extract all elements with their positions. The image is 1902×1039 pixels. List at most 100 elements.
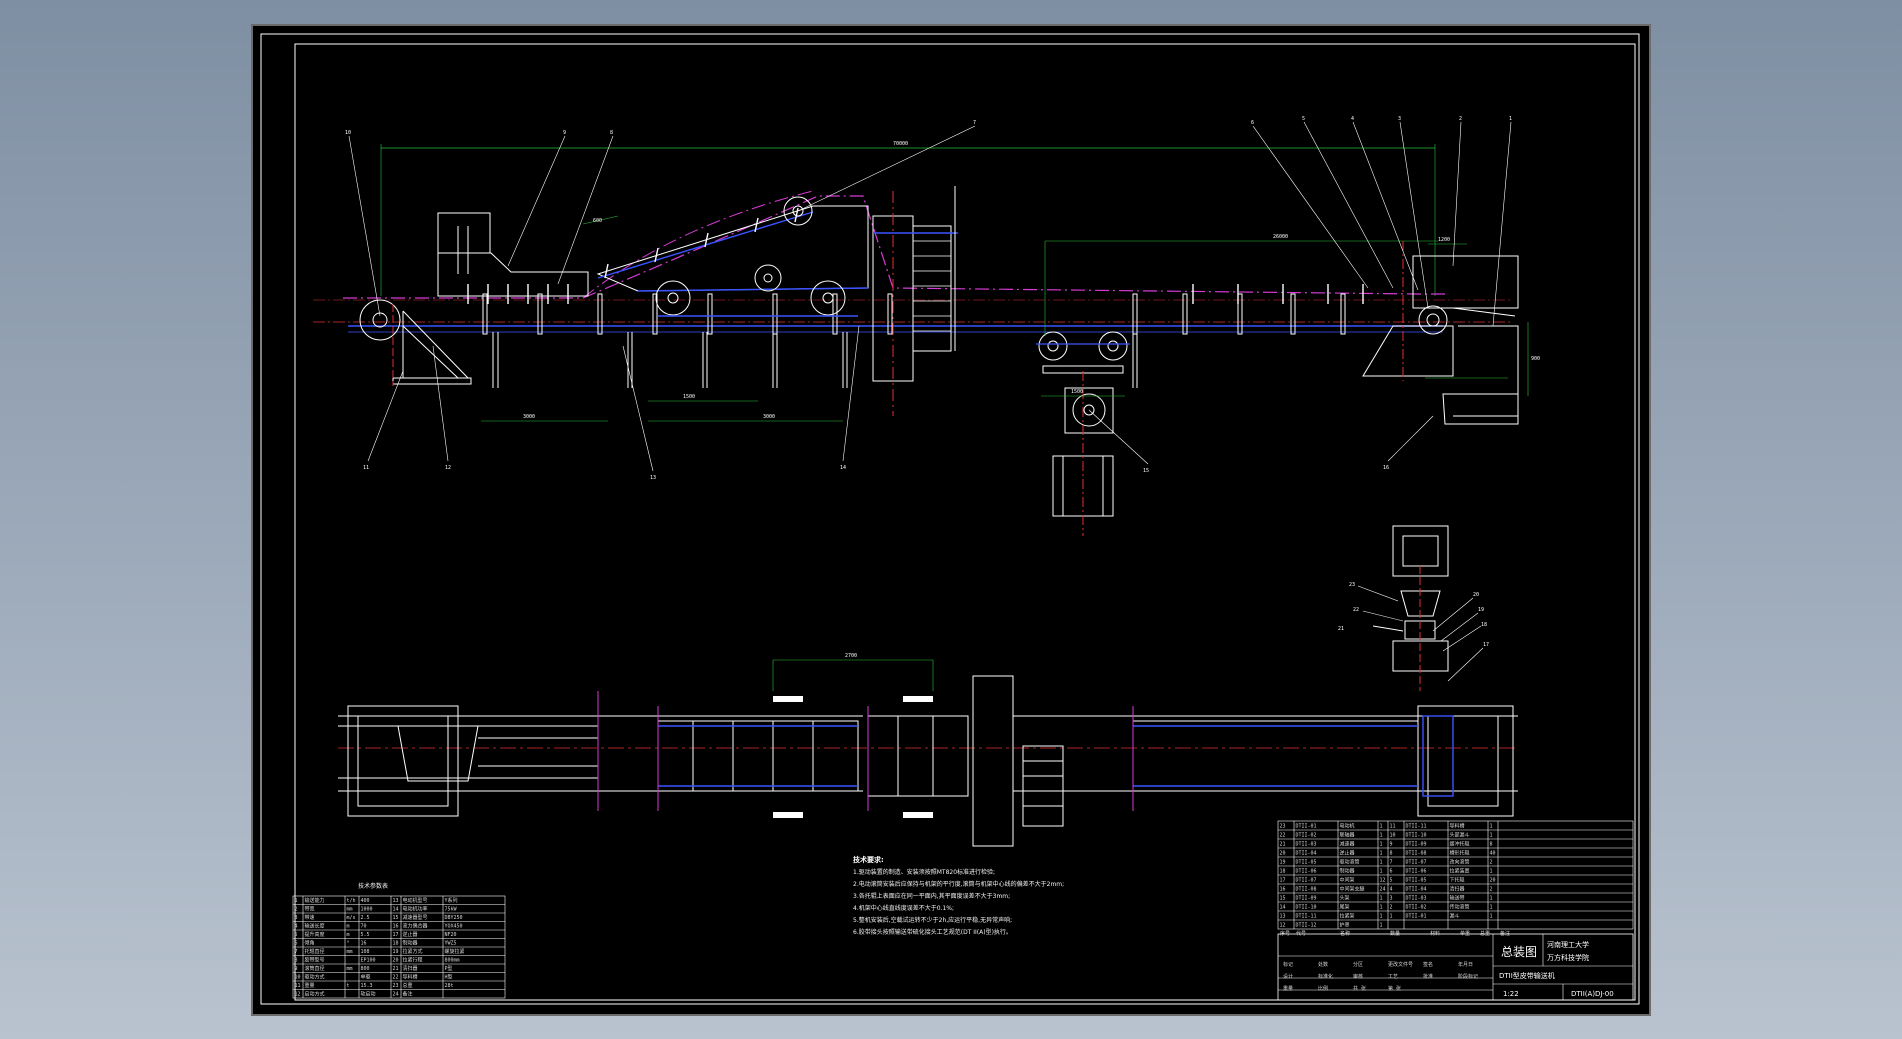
parts-list-cell: 护罩 — [1340, 922, 1350, 929]
parts-list-cell: 20 — [1280, 851, 1286, 857]
title-block-label: 标记 — [1283, 961, 1293, 968]
parts-list-cell: DTII-01 — [1406, 914, 1427, 920]
title-block-label: 分区 — [1353, 961, 1363, 968]
parts-list-cell: 1 — [1490, 896, 1493, 902]
parts-list-cell: DTII-11 — [1296, 914, 1317, 920]
parts-list-header: 材料 — [1430, 930, 1440, 937]
spec-table-cell: 重量 — [305, 982, 315, 989]
spec-table-cell: 14 — [393, 907, 399, 913]
dim-plan-top: 2700 — [845, 653, 857, 659]
parts-list-cell: 中间架支腿 — [1340, 886, 1365, 893]
callout-16: 16 — [1383, 465, 1389, 471]
callout-22: 22 — [1353, 607, 1359, 613]
tech-line-1: 1.驱动装置的制造、安装须按照MT820标准进行检验; — [853, 868, 995, 876]
callout-6: 6 — [1251, 120, 1254, 126]
parts-list-cell: DTII-02 — [1406, 905, 1427, 911]
parts-list-cell: 2 — [1490, 860, 1493, 866]
spec-table-cell: H型 — [445, 974, 453, 981]
tech-line-6: 6.胶带接头按照输送带硫化接头工艺规范(DT II(A)型)执行。 — [853, 928, 1012, 936]
parts-list-cell: 8 — [1390, 851, 1393, 857]
parts-list-cell: 20 — [1490, 878, 1496, 884]
parts-list-cell: 下托辊 — [1450, 877, 1465, 884]
school-name: 河南理工大学 — [1547, 940, 1589, 949]
parts-list-cell: 导料槽 — [1450, 823, 1465, 830]
parts-list-header: 序号 — [1280, 930, 1290, 937]
spec-table-cell: 108 — [361, 949, 370, 955]
parts-list-header: 名称 — [1340, 930, 1350, 937]
sheet-outer-border — [260, 33, 1640, 1005]
parts-list-cell: 6 — [1390, 869, 1393, 875]
spec-table-cell: mm — [347, 949, 353, 955]
parts-list-cell: 12 — [1380, 878, 1386, 884]
parts-list-cell: 传动滚筒 — [1450, 904, 1470, 911]
parts-list-cell: 1 — [1380, 923, 1383, 929]
parts-list-cell: 13 — [1280, 914, 1286, 920]
parts-list-cell: 14 — [1280, 905, 1286, 911]
sheet-inner-border — [294, 43, 1636, 1001]
parts-list-cell: DTII-03 — [1406, 896, 1427, 902]
parts-list-cell: 头架 — [1340, 895, 1350, 902]
spec-table-cell: 制动器 — [403, 940, 418, 947]
drawing-canvas[interactable]: 70000 600 26000 900 1200 3000 1500 3000 … — [253, 26, 1649, 1014]
parts-list-cell: 17 — [1280, 878, 1286, 884]
parts-list-cell: 头部漏斗 — [1450, 832, 1470, 839]
spec-table-cell: 2 — [295, 907, 298, 913]
tech-line-5: 5.整机安装后,空载试运转不少于2h,应运行平稳,无异常声响; — [853, 916, 1012, 924]
parts-list-cell: 3 — [1390, 896, 1393, 902]
drive-unit-view — [1357, 525, 1484, 691]
tech-line-3: 3.各托辊上表面应在同一平面内,其平面度误差不大于3mm; — [853, 892, 1010, 900]
callout-14: 14 — [840, 465, 846, 471]
parts-list-cell: 清扫器 — [1450, 886, 1465, 893]
title-block-label: 阶段标记 — [1458, 973, 1478, 980]
parts-list-cell: 1 — [1380, 860, 1383, 866]
spec-table-cell: mm — [347, 907, 353, 913]
callout-5: 5 — [1302, 116, 1305, 122]
spec-table-cell: 导料槽 — [403, 974, 418, 981]
parts-list-cell: 1 — [1490, 833, 1493, 839]
parts-list-cell: 1 — [1380, 905, 1383, 911]
parts-list-cell: 联轴器 — [1340, 832, 1355, 839]
title-block-label: 共 张 — [1353, 985, 1366, 992]
callout-11: 11 — [363, 465, 369, 471]
dim-under: 1500 — [1071, 389, 1083, 395]
spec-table-cell: 输送能力 — [305, 897, 325, 904]
title-block-label: 处数 — [1318, 961, 1328, 968]
spec-table-cell: 13 — [393, 898, 399, 904]
drawing-number: DTII(A)DJ-00 — [1571, 990, 1614, 998]
callout-3: 3 — [1398, 116, 1401, 122]
parts-list-cell: 1 — [1380, 833, 1383, 839]
spec-table-cell: 800 — [361, 966, 370, 972]
parts-list-cell: DTII-03 — [1296, 842, 1317, 848]
spec-table-cell: 电动机功率 — [403, 906, 428, 913]
spec-table-cell: m — [347, 924, 350, 930]
spec-table-cell: 10 — [295, 975, 301, 981]
dim-lower-mid-b: 3000 — [763, 414, 775, 420]
parts-list-cell: DTII-04 — [1296, 851, 1317, 857]
parts-list-cell: DTII-09 — [1296, 896, 1317, 902]
parts-list-header: 代号 — [1296, 930, 1306, 937]
spec-table-cell: 7 — [295, 949, 298, 955]
parts-list-cell: 拉紧装置 — [1450, 868, 1470, 875]
spec-table-cell: mm — [347, 966, 353, 972]
drawing-name: 总装图 — [1501, 945, 1537, 959]
spec-table-cell: 备注 — [403, 991, 413, 998]
parts-list-cell: DTII-08 — [1296, 887, 1317, 893]
parts-list-cell: 尾架 — [1340, 905, 1350, 911]
spec-table-cell: 20 — [393, 958, 399, 964]
spec-table-cell: 18 — [393, 941, 399, 947]
callout-19: 19 — [1478, 607, 1484, 613]
title-block-label: 签名 — [1423, 961, 1433, 968]
spec-table-cell: 带宽 — [305, 906, 315, 913]
spec-table-cell: t/h — [347, 898, 356, 904]
parts-list-cell: DTII-04 — [1406, 887, 1427, 893]
parts-list-cell: DTII-06 — [1406, 869, 1427, 875]
parts-list-cell: 4 — [1390, 887, 1393, 893]
spec-table-cell: 提升高度 — [305, 931, 325, 938]
parts-list-cell: DTII-01 — [1296, 824, 1317, 830]
spec-table-cell: 8 — [295, 958, 298, 964]
parts-list-cell: 2 — [1390, 905, 1393, 911]
spec-table-cell: Y系列 — [445, 897, 458, 904]
cad-drawing-viewport[interactable]: 70000 600 26000 900 1200 3000 1500 3000 … — [251, 24, 1651, 1016]
parts-list-cell: DTII-08 — [1406, 851, 1427, 857]
spec-table-cell: t — [347, 983, 350, 989]
